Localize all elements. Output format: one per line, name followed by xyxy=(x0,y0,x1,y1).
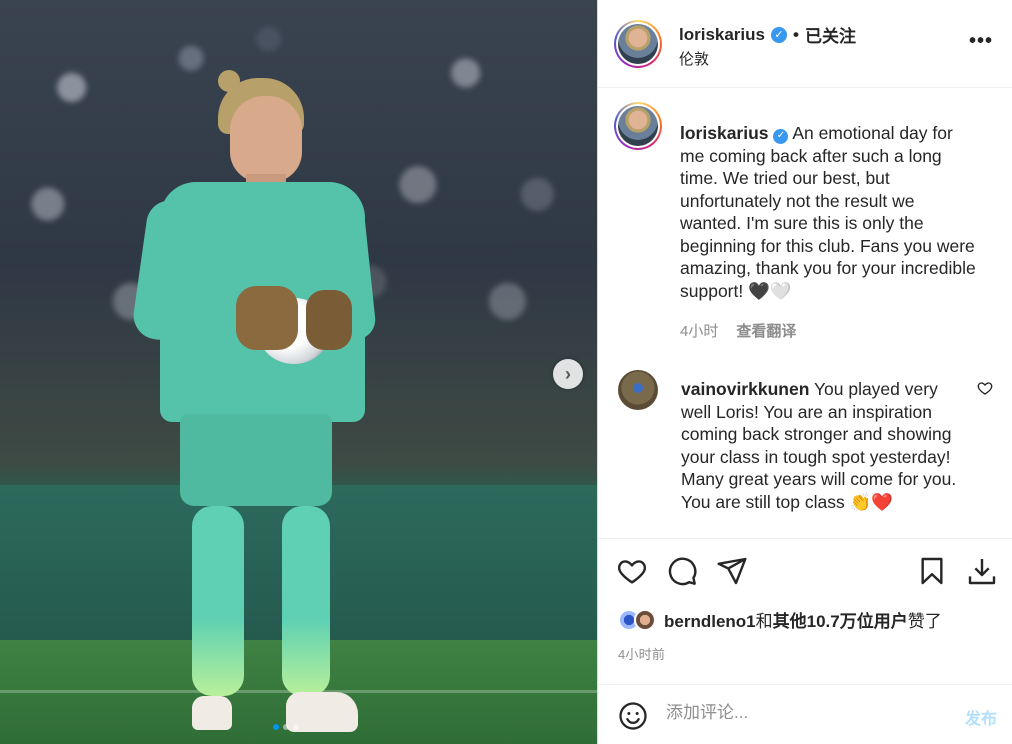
commenter-username[interactable]: vainovirkkunen xyxy=(681,379,809,399)
comment-input[interactable] xyxy=(666,703,936,723)
emoji-icon[interactable] xyxy=(618,701,648,731)
action-bar xyxy=(598,538,1012,606)
author-avatar[interactable] xyxy=(614,20,662,68)
likes-text: berndleno1和其他10.7万位用户赞了 xyxy=(664,607,942,632)
more-icon[interactable]: ••• xyxy=(969,30,993,53)
caption-body: An emotional day for me coming back afte… xyxy=(680,123,976,301)
see-translation-button[interactable]: 查看翻译 xyxy=(736,320,796,341)
add-comment-bar: 发布 xyxy=(598,684,1012,744)
player-right-sock xyxy=(282,506,330,696)
post-comment-button[interactable]: 发布 xyxy=(965,705,997,729)
author-line: loriskarius ✓ • 已关注 xyxy=(679,22,856,47)
caption-avatar[interactable] xyxy=(614,102,662,150)
post-header: loriskarius ✓ • 已关注 伦敦 ••• xyxy=(598,0,1012,88)
commenter-avatar[interactable] xyxy=(618,370,658,410)
player-right-glove xyxy=(306,290,352,350)
post-location[interactable]: 伦敦 xyxy=(679,48,709,69)
heart-icon[interactable] xyxy=(977,380,993,396)
author-username[interactable]: loriskarius xyxy=(679,25,765,45)
carousel-next-button[interactable]: › xyxy=(553,359,583,389)
heart-icon[interactable] xyxy=(616,555,648,587)
others-likes-link[interactable]: 其他10.7万位用户 xyxy=(773,612,908,631)
download-icon[interactable] xyxy=(966,555,998,587)
first-liker-username[interactable]: berndleno1 xyxy=(664,612,756,631)
caption-meta: 4小时 查看翻译 xyxy=(680,320,796,341)
player-left-sock xyxy=(192,506,244,696)
likes-connector: 和 xyxy=(755,612,773,631)
header-separator: • xyxy=(793,24,799,44)
verified-icon: ✓ xyxy=(773,128,789,144)
post-side-panel: loriskarius ✓ • 已关注 伦敦 ••• loriskarius ✓… xyxy=(597,0,1012,744)
caption-username[interactable]: loriskarius xyxy=(680,123,769,143)
liker-avatar-2 xyxy=(634,608,656,631)
player-head xyxy=(230,96,302,182)
likes-summary: berndleno1和其他10.7万位用户赞了 xyxy=(618,607,942,632)
post-photo[interactable]: › xyxy=(0,0,597,744)
player-left-boot xyxy=(192,696,232,730)
caption-avatar-photo xyxy=(618,106,658,146)
likes-suffix: 赞了 xyxy=(907,612,942,631)
comment-text: vainovirkkunen You played very well Lori… xyxy=(681,378,971,513)
comments-scroll-area[interactable]: loriskarius ✓ An emotional day for me co… xyxy=(598,88,1012,538)
post-timestamp[interactable]: 4小时前 xyxy=(618,644,665,663)
caption-text: loriskarius ✓ An emotional day for me co… xyxy=(680,122,980,302)
carousel-dot-1 xyxy=(273,724,279,730)
following-button[interactable]: 已关注 xyxy=(805,22,856,47)
caption-time[interactable]: 4小时 xyxy=(680,320,718,341)
bookmark-icon[interactable] xyxy=(916,555,948,587)
player-left-glove xyxy=(236,286,298,350)
caption-avatar-inner xyxy=(616,104,660,148)
comment-icon[interactable] xyxy=(666,555,698,587)
player-shorts xyxy=(180,414,332,506)
share-icon[interactable] xyxy=(716,555,748,587)
avatar-inner xyxy=(616,22,660,66)
verified-icon: ✓ xyxy=(771,26,787,43)
carousel-dot-2 xyxy=(283,724,289,730)
carousel-dots xyxy=(273,724,299,730)
chevron-right-icon: › xyxy=(565,363,571,384)
goalkeeper-figure xyxy=(130,70,380,740)
avatar-photo xyxy=(618,24,658,64)
carousel-dot-3 xyxy=(293,724,299,730)
